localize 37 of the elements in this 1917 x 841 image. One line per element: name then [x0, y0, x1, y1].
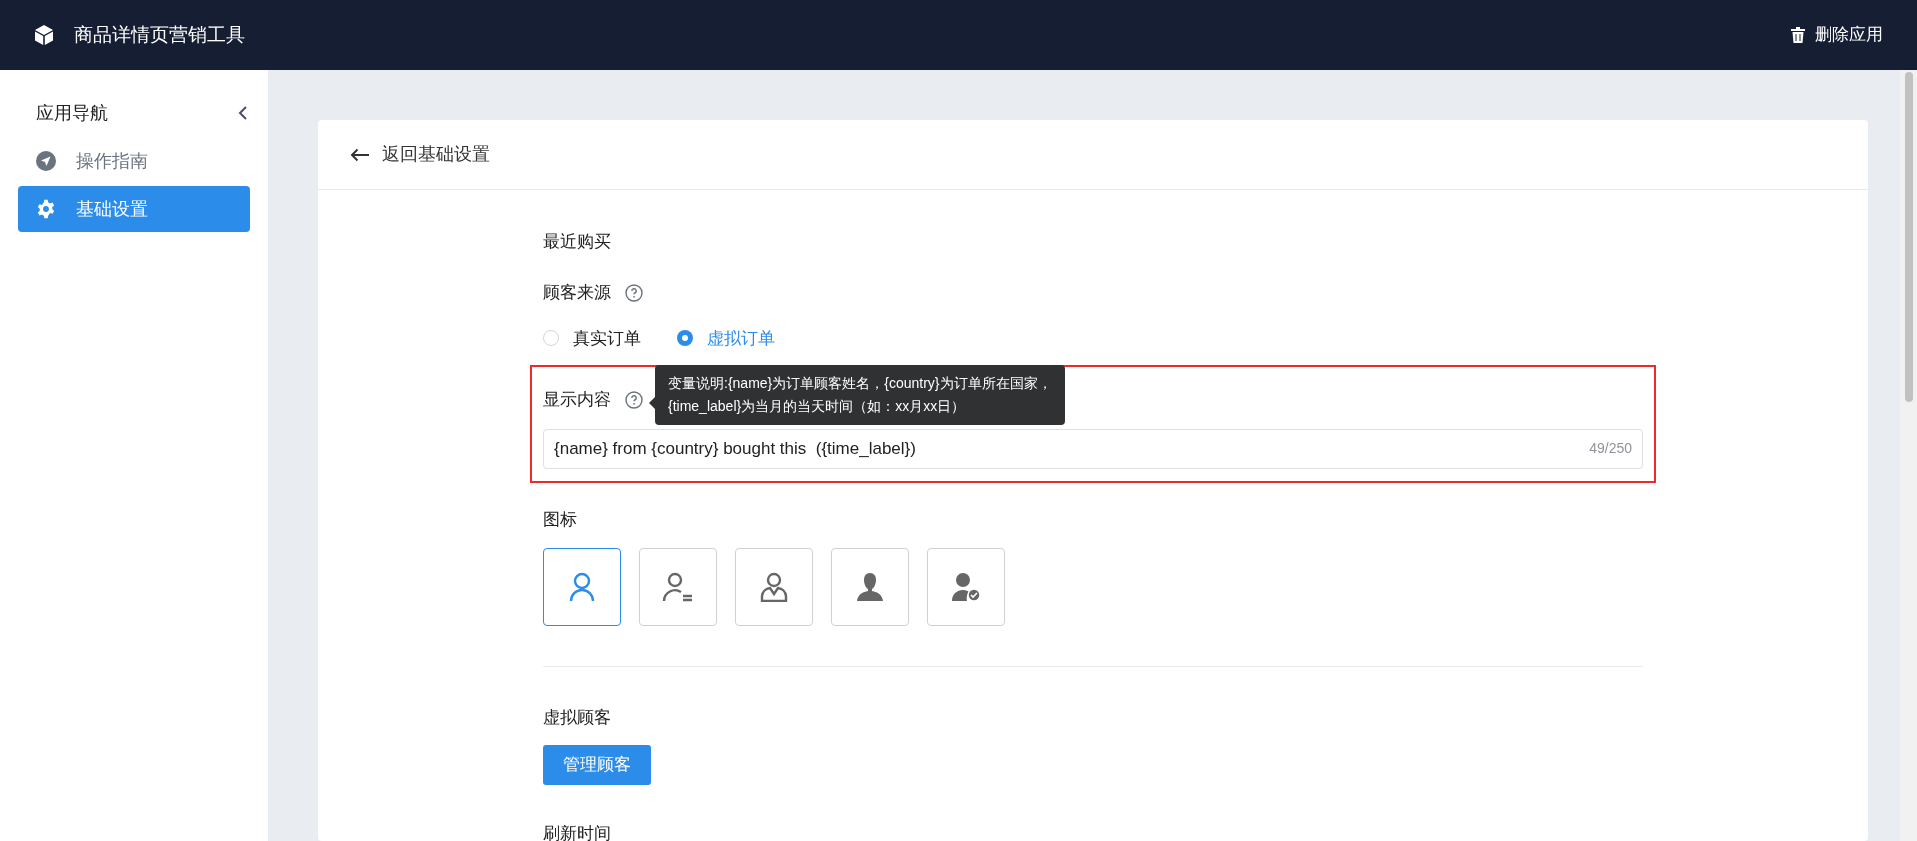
person-with-tie-icon: [759, 572, 789, 602]
icon-option[interactable]: [735, 548, 813, 626]
person-silhouette-icon: [856, 572, 884, 602]
tooltip-line: {time_label}为当月的当天时间（如：xx月xx日）: [668, 397, 967, 416]
field-label: 显示内容: [543, 389, 611, 411]
radio-button[interactable]: [677, 330, 693, 347]
radio-option[interactable]: 真实订单: [543, 325, 641, 351]
display-content-input[interactable]: {name} from {country} bought this ({time_label}) 49/250: [543, 428, 1643, 469]
collapse-chevron-icon[interactable]: [238, 105, 248, 121]
help-icon[interactable]: [625, 283, 643, 302]
section-title: 最近购买: [543, 231, 611, 253]
character-counter: 49/250: [1589, 439, 1632, 458]
icon-option[interactable]: [831, 548, 909, 626]
field-label: 刷新时间: [543, 822, 611, 841]
app-title: 商品详情页营销工具: [74, 22, 245, 47]
person-outline-icon: [569, 572, 595, 602]
radio-option[interactable]: 虚拟订单: [677, 325, 775, 351]
sidebar-title: 应用导航: [36, 101, 108, 125]
icon-option[interactable]: [543, 548, 621, 626]
sidebar-item[interactable]: 操作指南: [18, 138, 250, 184]
person-with-check-icon: [951, 572, 981, 602]
field-label: 虚拟顾客: [543, 707, 611, 729]
field-label: 顾客来源: [543, 282, 611, 304]
trash-icon: [1791, 27, 1805, 43]
settings-icon: [36, 199, 56, 219]
radio-button[interactable]: [543, 330, 559, 347]
field-label: 图标: [543, 508, 577, 531]
back-arrow-icon: [350, 147, 370, 162]
cube-icon: [34, 24, 54, 46]
person-with-lines-icon: [662, 572, 694, 602]
tooltip-line: 变量说明:{name}为订单顾客姓名，{country}为订单所在国家，: [668, 374, 1052, 393]
icon-option[interactable]: [639, 548, 717, 626]
back-link[interactable]: 返回基础设置: [350, 141, 490, 168]
delete-app-button[interactable]: 删除应用: [1791, 22, 1883, 48]
icon-option[interactable]: [927, 548, 1005, 626]
help-icon[interactable]: [625, 390, 643, 409]
scrollbar[interactable]: [1900, 70, 1917, 841]
